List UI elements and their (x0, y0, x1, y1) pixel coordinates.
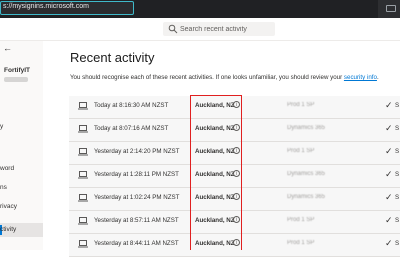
activity-status: S (395, 148, 400, 155)
sidebar-item-label: ctivity (0, 226, 17, 233)
sidebar-item-overview[interactable]: y (0, 120, 43, 134)
security-info-link[interactable]: security info (344, 74, 377, 81)
location-highlight-box (190, 95, 242, 250)
activity-app: Dynamics 365 (287, 171, 326, 177)
checkmark-icon: ✓ (385, 215, 393, 225)
user-name: FortifyIT (4, 67, 30, 74)
activity-time: Yesterday at 8:57:11 AM NZST (94, 217, 179, 224)
sidebar-item-recent-activity[interactable]: ctivity (0, 223, 43, 237)
sidebar: ← FortifyIT y word ns rivacy ctivity (0, 41, 43, 250)
sidebar-item-label: rivacy (0, 203, 17, 210)
laptop-icon (78, 171, 88, 179)
activity-status: S (395, 217, 400, 224)
address-bar[interactable]: s://mysignins.microsoft.com (0, 1, 134, 15)
sidebar-item-label: word (0, 165, 15, 172)
activity-status: S (395, 240, 400, 247)
activity-status: S (395, 125, 400, 132)
activity-app: Prod 1 SP (287, 102, 315, 108)
checkmark-icon: ✓ (385, 169, 393, 179)
checkmark-icon: ✓ (385, 123, 393, 133)
laptop-icon (78, 148, 88, 156)
activity-app: Dynamics 365 (287, 194, 326, 200)
sidebar-item-organizations[interactable]: ns (0, 181, 43, 195)
page-title: Recent activity (70, 50, 155, 65)
activity-status: S (395, 102, 400, 109)
browser-extension-area (378, 0, 400, 18)
activity-status: S (395, 194, 400, 201)
activity-time: Today at 8:16:30 AM NZST (94, 102, 169, 109)
sidebar-item-privacy[interactable]: rivacy (0, 200, 43, 214)
laptop-icon (78, 194, 88, 202)
browser-toolbar: s://mysignins.microsoft.com (0, 0, 400, 18)
search-input[interactable] (180, 22, 274, 36)
laptop-icon (78, 102, 88, 110)
checkmark-icon: ✓ (385, 238, 393, 248)
laptop-icon (78, 217, 88, 225)
activity-app: Dynamics 365 (287, 125, 326, 131)
activity-time: Yesterday at 1:28:11 PM NZST (94, 171, 179, 178)
search-icon (168, 24, 178, 34)
activity-app: Prod 1 SP (287, 217, 315, 223)
activity-time: Yesterday at 1:02:24 PM NZST (94, 194, 180, 201)
address-bar-url[interactable]: s://mysignins.microsoft.com (3, 3, 89, 10)
window-icon[interactable] (386, 5, 396, 12)
app-header (0, 18, 400, 41)
description-end: . (376, 74, 379, 81)
activity-app: Prod 1 SP (287, 240, 315, 246)
sidebar-item-label: ns (0, 184, 7, 191)
description-text: You should recognise each of these recen… (70, 74, 343, 81)
activity-app: Prod 1 SP (287, 148, 315, 154)
activity-time: Yesterday at 2:14:20 PM NZST (94, 148, 180, 155)
sidebar-item-label: y (0, 123, 4, 130)
search-box[interactable] (163, 22, 275, 36)
laptop-icon (78, 240, 88, 248)
user-email-redacted (4, 77, 28, 82)
activity-time: Yesterday at 8:44:11 AM NZST (94, 240, 179, 247)
sidebar-item-password[interactable]: word (0, 162, 43, 176)
activity-status: S (395, 171, 400, 178)
checkmark-icon: ✓ (385, 192, 393, 202)
page-description: You should recognise each of these recen… (70, 74, 379, 81)
laptop-icon (78, 125, 88, 133)
checkmark-icon: ✓ (385, 100, 393, 110)
back-arrow-icon[interactable]: ← (3, 43, 12, 53)
activity-time: Today at 8:07:16 AM NZST (94, 125, 169, 132)
checkmark-icon: ✓ (385, 146, 393, 156)
